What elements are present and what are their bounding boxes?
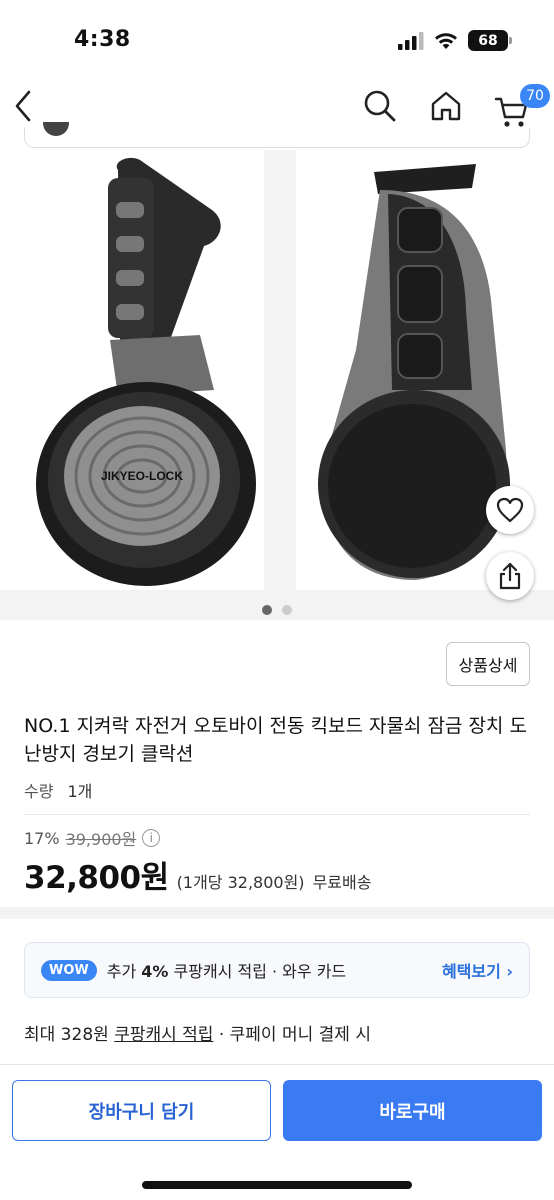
cash-reward-line: 최대 328원 쿠팡캐시 적립 · 쿠페이 머니 결제 시 [24,1020,371,1045]
share-button[interactable] [486,552,534,600]
price-row: 32,800원 (1개당 32,800원) 무료배송 [24,852,371,897]
quantity-row: 수량 1개 [24,778,92,802]
pagination-dot-2[interactable] [282,605,292,615]
wishlist-button[interactable] [486,486,534,534]
wow-text-percent: 4% [141,962,169,981]
discount-rate: 17% [24,828,60,848]
seller-avatar [43,122,69,136]
wow-text-prefix: 추가 [106,962,142,981]
cash-line-suffix: · 쿠페이 머니 결제 시 [213,1025,371,1045]
original-price: 39,900원 [65,830,137,849]
home-button[interactable] [424,84,468,128]
info-icon[interactable]: i [142,829,161,847]
divider [24,814,530,815]
battery-icon: 68 [468,30,512,51]
home-indicator [142,1181,412,1189]
quantity-value: 1개 [67,782,93,801]
view-benefits-link[interactable]: 혜택보기 › [442,958,513,982]
wow-badge: WOW [41,959,97,981]
sale-price: 32,800원 [24,860,169,896]
nav-bar: 70 [0,80,554,135]
signal-icon [398,31,424,50]
status-bar: 4:38 68 [0,0,554,80]
shipping-info: 무료배송 [312,873,372,892]
product-detail-button[interactable]: 상품상세 [446,642,530,686]
search-button[interactable] [358,84,402,128]
share-icon [499,562,521,590]
wow-text-suffix: 쿠팡캐시 적립 · 와우 카드 [168,962,347,981]
cart-button[interactable]: 70 [490,84,554,132]
search-icon [364,90,396,122]
seller-strip [24,122,530,148]
home-icon [431,91,461,121]
buy-now-button[interactable]: 바로구매 [283,1080,542,1141]
cash-line-prefix: 최대 328원 [24,1025,115,1045]
add-to-cart-button[interactable]: 장바구니 담기 [12,1080,271,1141]
wow-benefit-text: 추가 4% 쿠팡캐시 적립 · 와우 카드 [107,958,346,982]
status-time: 4:38 [74,27,131,52]
heart-icon [496,497,524,523]
unit-price: (1개당 32,800원) [176,873,305,892]
cart-count-badge: 70 [520,84,550,108]
product-image-front[interactable]: JIKYEO-LOCK [0,150,264,590]
status-icons: 68 [398,30,512,51]
lock-front-illustration: JIKYEO-LOCK [36,157,256,586]
product-gallery[interactable]: JIKYEO-LOCK [0,150,554,620]
wow-benefit-banner[interactable]: WOW 추가 4% 쿠팡캐시 적립 · 와우 카드 혜택보기 › [24,942,530,998]
coupang-cash-link[interactable]: 쿠팡캐시 적립 [114,1025,213,1045]
pagination-dot-1[interactable] [262,605,272,615]
section-separator [0,907,554,919]
chevron-left-icon [15,90,31,122]
product-title: NO.1 지켜락 자전거 오토바이 전동 킥보드 자물쇠 잠금 장치 도난방지 … [24,715,527,765]
gallery-pagination [0,605,554,615]
bottom-action-bar: 장바구니 담기 바로구매 [0,1064,554,1200]
lock-brand-logo: JIKYEO-LOCK [101,469,183,483]
back-button[interactable] [8,84,38,128]
wifi-icon [435,32,457,49]
quantity-label: 수량 [24,782,54,801]
discount-row: 17% 39,900원 i [24,826,161,850]
